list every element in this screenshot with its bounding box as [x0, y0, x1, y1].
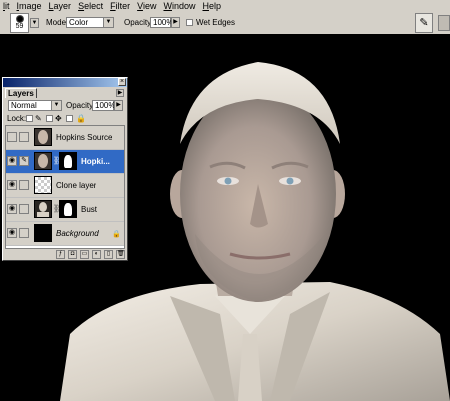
layer-name: Clone layer	[56, 181, 97, 190]
palette-well[interactable]	[438, 15, 450, 31]
chevron-down-icon: ▼	[103, 18, 113, 27]
layer-style-icon[interactable]: ƒ	[56, 250, 65, 259]
brush-tip-icon	[15, 15, 24, 23]
brush-preset-picker[interactable]: 59	[10, 13, 29, 33]
layers-list: Hopkins Source ◉ ✎ ⛓ Hopki... ◉ Clone la…	[5, 125, 125, 249]
layer-mask-thumbnail[interactable]	[59, 200, 77, 218]
add-mask-icon[interactable]: ◘	[68, 250, 77, 259]
layer-row-background[interactable]: ◉ Background 🔒	[6, 222, 124, 246]
link-toggle[interactable]	[19, 204, 29, 214]
lock-position-checkbox[interactable]	[66, 115, 73, 122]
close-icon[interactable]: ×	[118, 78, 126, 86]
layer-opacity-label: Opacity:	[66, 101, 96, 110]
layer-row-hopkins-source[interactable]: Hopkins Source	[6, 126, 124, 150]
menu-layer[interactable]: Layer	[46, 0, 76, 12]
menu-edit[interactable]: lit	[0, 0, 14, 12]
brush-icon: ✎	[35, 114, 42, 123]
tab-layers[interactable]: Layers	[5, 88, 37, 98]
menu-select[interactable]: Select	[75, 0, 107, 12]
layers-palette: × Layers ▶ Normal ▼ Opacity: 100% ▶ Lock…	[2, 77, 128, 261]
layer-name: Bust	[81, 205, 98, 214]
layer-name: Background	[56, 229, 99, 238]
opacity-input[interactable]: 100%	[150, 17, 173, 28]
layer-thumbnail	[34, 224, 52, 242]
lock-transparency-checkbox[interactable]	[26, 115, 33, 122]
opacity-slider-button[interactable]: ▶	[171, 17, 180, 28]
trash-icon[interactable]: 🗑	[116, 250, 125, 259]
portrait-thumbnail-icon	[38, 154, 48, 168]
layer-row-bust[interactable]: ◉ ⛓ Bust	[6, 198, 124, 222]
link-toggle[interactable]	[19, 132, 29, 142]
transparent-thumbnail	[34, 176, 52, 194]
menu-image[interactable]: Image	[14, 0, 46, 12]
layer-row-clone-layer[interactable]: ◉ Clone layer	[6, 174, 124, 198]
layer-thumbnail	[34, 128, 52, 146]
opacity-label: Opacity:	[124, 18, 154, 27]
eye-icon[interactable]: ◉	[7, 180, 17, 190]
lock-image-checkbox[interactable]	[46, 115, 53, 122]
eye-icon[interactable]: ◉	[7, 228, 17, 238]
layer-opacity-slider-button[interactable]: ▶	[114, 100, 123, 111]
layer-thumbnail	[34, 200, 52, 218]
brush-dropdown-button[interactable]: ▼	[30, 18, 39, 28]
palette-menu-button[interactable]: ▶	[116, 89, 124, 97]
mode-select[interactable]: Color ▼	[66, 17, 114, 28]
menu-window[interactable]: Window	[160, 0, 199, 12]
new-set-icon[interactable]: ▭	[80, 250, 89, 259]
palette-title-bar[interactable]: ×	[3, 78, 127, 87]
menu-filter[interactable]: Filter	[107, 0, 134, 12]
layer-thumbnail	[34, 152, 52, 170]
link-toggle[interactable]	[19, 228, 29, 238]
link-toggle[interactable]	[19, 180, 29, 190]
eye-icon[interactable]: ◉	[7, 204, 17, 214]
lock-label: Lock:	[7, 114, 27, 123]
menu-bar: lit Image Layer Select Filter View Windo…	[0, 0, 450, 12]
portrait-thumbnail-icon	[38, 130, 48, 144]
brush-icon[interactable]: ✎	[19, 156, 29, 166]
lock-icon: 🔒	[112, 231, 121, 238]
layer-name: Hopkins Source	[56, 133, 113, 142]
mode-label: Mode:	[46, 18, 69, 27]
menu-help[interactable]: Help	[199, 0, 225, 12]
layer-name: Hopki...	[81, 157, 110, 166]
brush-size: 59	[15, 23, 24, 30]
blend-mode-select[interactable]: Normal ▼	[8, 100, 62, 111]
new-layer-icon[interactable]: ▯	[104, 250, 113, 259]
chevron-down-icon: ▼	[51, 101, 61, 110]
tool-options: 59 ▼ Mode: Color ▼ Opacity: 100% ▶ Wet E…	[0, 13, 450, 33]
wet-edges-checkbox[interactable]	[186, 19, 193, 26]
bust-thumbnail-icon	[37, 202, 49, 217]
move-icon: ✥	[55, 114, 62, 123]
visibility-toggle[interactable]	[7, 132, 17, 142]
brush-tool-icon[interactable]: ✎	[415, 13, 433, 33]
layer-opacity-input[interactable]: 100%	[92, 100, 115, 111]
layer-mask-thumbnail[interactable]	[59, 152, 77, 170]
eye-icon[interactable]: ◉	[7, 156, 17, 166]
layer-row-hopkins[interactable]: ◉ ✎ ⛓ Hopki...	[6, 150, 124, 174]
palette-footer: ƒ ◘ ▭ ◐ ▯ 🗑	[5, 250, 125, 260]
wet-edges-label: Wet Edges	[196, 18, 235, 27]
lock-row: Lock: ✎ ✥ 🔒	[6, 114, 126, 124]
menu-view[interactable]: View	[134, 0, 160, 12]
lock-icon: 🔒	[76, 114, 86, 123]
blend-row: Normal ▼ Opacity: 100% ▶	[6, 100, 126, 111]
adjustment-layer-icon[interactable]: ◐	[92, 250, 101, 259]
options-bar: lit Image Layer Select Filter View Windo…	[0, 0, 450, 35]
